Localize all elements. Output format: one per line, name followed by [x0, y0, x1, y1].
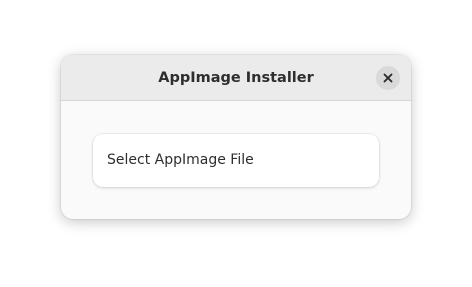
close-button[interactable] — [376, 66, 400, 90]
window-title: AppImage Installer — [158, 70, 314, 86]
header-bar: AppImage Installer — [61, 55, 411, 101]
close-icon — [383, 73, 393, 83]
select-file-label: Select AppImage File — [107, 152, 254, 168]
installer-window: AppImage Installer Select AppImage File — [61, 55, 411, 219]
select-appimage-file-button[interactable]: Select AppImage File — [93, 134, 379, 187]
